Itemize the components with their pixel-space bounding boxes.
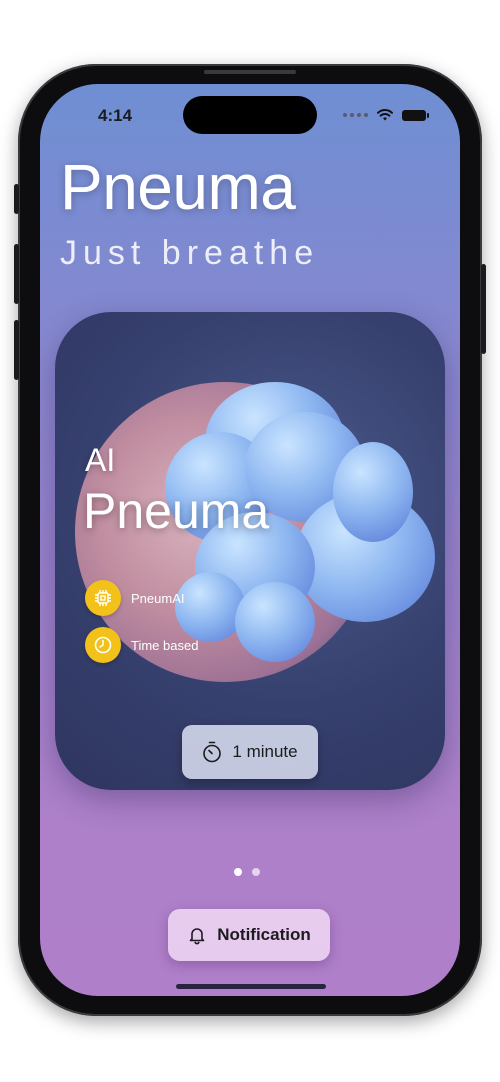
status-time: 4:14	[98, 106, 133, 125]
page-dot-inactive[interactable]	[252, 868, 260, 876]
wifi-icon	[377, 108, 393, 121]
bell-icon	[189, 928, 205, 945]
volume-up-button	[14, 244, 19, 304]
clock-icon	[85, 627, 121, 663]
page-indicator[interactable]	[234, 868, 260, 876]
phone-frame: 4:14 Pneuma Just breathe AI Pneuma Pneum…	[14, 64, 486, 1016]
app-title: Pneuma	[60, 151, 296, 223]
status-icons	[343, 106, 429, 124]
tag-label: PneumAI	[131, 590, 185, 606]
card-eyebrow: AI	[85, 442, 116, 478]
session-card[interactable]: AI Pneuma PneumAI Time based 1 minute	[55, 312, 445, 790]
tag-label: Time based	[131, 637, 199, 653]
speaker-grille	[204, 70, 296, 74]
dynamic-island	[183, 96, 317, 134]
power-button	[481, 264, 486, 354]
tag-pneumai: PneumAI	[85, 580, 184, 616]
battery-icon	[402, 109, 429, 121]
notification-button[interactable]: Notification	[168, 909, 330, 961]
chip-icon	[85, 580, 121, 616]
duration-button[interactable]: 1 minute	[182, 725, 318, 779]
notification-label: Notification	[217, 925, 311, 944]
action-button	[14, 184, 19, 214]
home-indicator[interactable]	[176, 984, 326, 989]
card-title: Pneuma	[83, 483, 270, 539]
app-subtitle: Just breathe	[60, 234, 320, 272]
signal-icon	[343, 113, 368, 117]
app-screen: 4:14 Pneuma Just breathe AI Pneuma Pneum…	[40, 84, 460, 996]
timer-icon	[203, 741, 222, 763]
duration-label: 1 minute	[232, 742, 298, 761]
tag-time-based: Time based	[85, 627, 198, 663]
page-dot-active[interactable]	[234, 868, 242, 876]
volume-down-button	[14, 320, 19, 380]
